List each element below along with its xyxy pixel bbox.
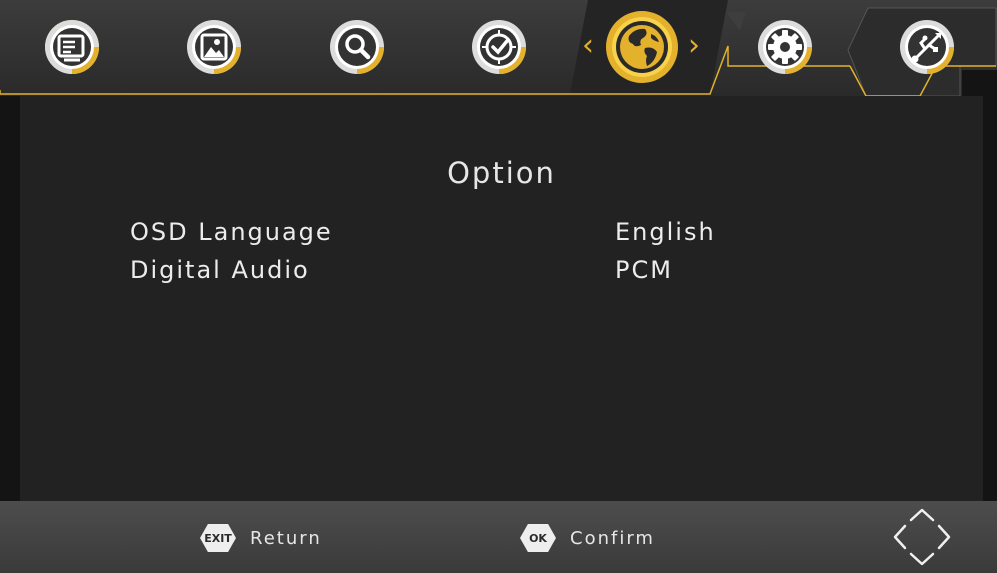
program-list-icon bbox=[45, 20, 99, 74]
top-menu-bar: ‹ › bbox=[0, 0, 997, 96]
confirm-label: Confirm bbox=[570, 527, 655, 549]
bottom-hint-bar: EXIT Return OK Confirm bbox=[0, 501, 997, 573]
search-icon bbox=[330, 20, 384, 74]
return-label: Return bbox=[250, 527, 322, 549]
ok-key-badge: OK bbox=[520, 524, 556, 552]
globe-icon bbox=[606, 11, 678, 83]
menu-prev-arrow[interactable]: ‹ bbox=[582, 26, 594, 66]
exit-key-badge: EXIT bbox=[200, 524, 236, 552]
menu-item-system[interactable] bbox=[757, 19, 813, 75]
setting-label: OSD Language bbox=[130, 218, 333, 246]
menu-item-program[interactable] bbox=[44, 19, 100, 75]
clock-icon bbox=[472, 20, 526, 74]
setting-row-osd-language[interactable]: OSD Language English bbox=[130, 218, 890, 254]
setting-label: Digital Audio bbox=[130, 256, 310, 284]
menu-item-usb[interactable] bbox=[899, 19, 955, 75]
page-title: Option bbox=[447, 156, 556, 190]
confirm-hint[interactable]: OK Confirm bbox=[520, 523, 655, 553]
screen: ‹ › Option OSD Language English Digital … bbox=[0, 0, 997, 573]
setting-row-digital-audio[interactable]: Digital Audio PCM bbox=[130, 256, 890, 292]
menu-item-time[interactable] bbox=[471, 19, 527, 75]
menu-item-search[interactable] bbox=[329, 19, 385, 75]
menu-next-arrow[interactable]: › bbox=[688, 26, 700, 66]
usb-icon bbox=[900, 20, 954, 74]
menu-item-picture[interactable] bbox=[186, 19, 242, 75]
picture-icon bbox=[187, 20, 241, 74]
dpad-navigation-icon bbox=[893, 508, 951, 566]
option-panel: Option OSD Language English Digital Audi… bbox=[20, 96, 983, 501]
gear-icon bbox=[758, 20, 812, 74]
menu-item-option[interactable] bbox=[605, 10, 679, 84]
return-hint[interactable]: EXIT Return bbox=[200, 523, 322, 553]
setting-value[interactable]: English bbox=[615, 218, 716, 246]
setting-value[interactable]: PCM bbox=[615, 256, 673, 284]
